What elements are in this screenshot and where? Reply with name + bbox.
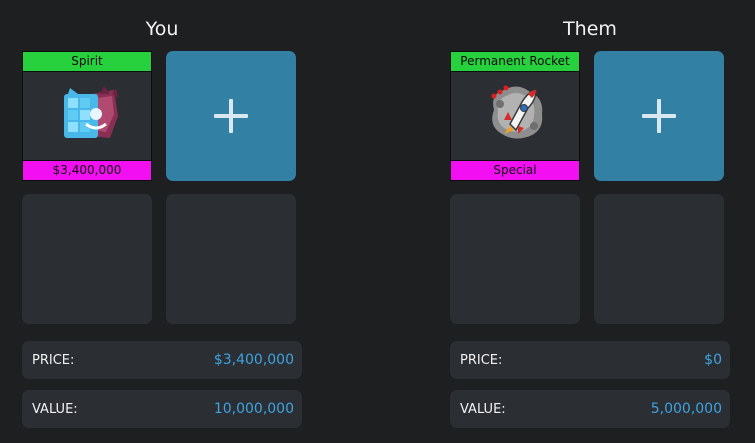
empty-item-slot[interactable]	[22, 194, 152, 324]
add-item-button[interactable]	[594, 51, 724, 181]
item-price-label: $3,400,000	[23, 160, 151, 180]
your-offer-title: You	[145, 18, 179, 40]
their-price-row: PRICE: $0	[450, 341, 730, 379]
value-amount: 5,000,000	[650, 401, 722, 417]
your-item-slot-spirit[interactable]: Spirit $3,400,000	[22, 51, 152, 181]
price-value: $3,400,000	[213, 352, 294, 368]
their-offer-title: Them	[563, 18, 617, 40]
their-item-slot-rocket[interactable]: Permanent Rocket Special	[450, 51, 580, 181]
empty-item-slot[interactable]	[166, 194, 296, 324]
your-price-row: PRICE: $3,400,000	[22, 341, 302, 379]
your-value-row: VALUE: 10,000,000	[22, 390, 302, 428]
plus-icon	[642, 99, 676, 133]
empty-item-slot[interactable]	[450, 194, 580, 324]
value-amount: 10,000,000	[213, 401, 294, 417]
value-label: VALUE:	[32, 401, 78, 417]
rocket-fruit-icon	[491, 85, 543, 139]
price-value: $0	[704, 352, 722, 368]
item-rarity-label: Special	[451, 160, 579, 180]
plus-icon	[214, 99, 248, 133]
value-label: VALUE:	[460, 401, 506, 417]
item-name-label: Permanent Rocket	[451, 52, 579, 72]
their-value-row: VALUE: 5,000,000	[450, 390, 730, 428]
spirit-fruit-icon	[64, 86, 118, 138]
add-item-button[interactable]	[166, 51, 296, 181]
price-label: PRICE:	[460, 352, 503, 368]
price-label: PRICE:	[32, 352, 75, 368]
item-name-label: Spirit	[23, 52, 151, 72]
empty-item-slot[interactable]	[594, 194, 724, 324]
